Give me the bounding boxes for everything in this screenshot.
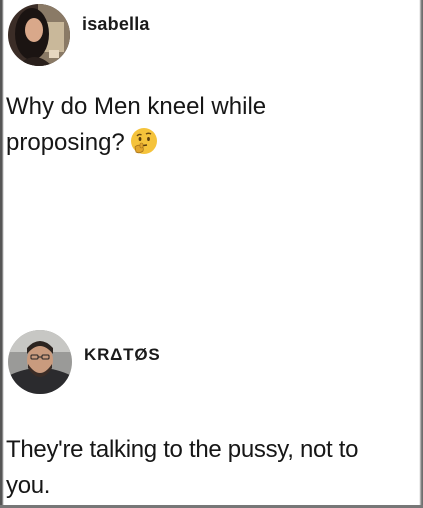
post-text: Why do Men kneel while proposing? [6,89,406,161]
screenshot-frame: isabella Why do Men kneel while proposin… [0,0,423,508]
post-username[interactable]: isabella [82,14,150,35]
post-isabella: isabella Why do Men kneel while proposin… [0,0,423,300]
post-username[interactable]: KRΔTØS [84,345,161,365]
post-text: They're talking to the pussy, not to you… [6,432,422,504]
avatar-kratos[interactable] [8,330,72,394]
post-text-line-2: you. [6,472,51,499]
thinking-face-icon [129,126,159,156]
post-text-line-1: They're talking to the pussy, not to [6,436,359,463]
avatar-isabella[interactable] [8,4,70,66]
post-text-line-2: proposing? [6,129,125,156]
post-text-line-1: Why do Men kneel while [6,93,267,120]
post-kratos: KRΔTØS They're talking to the pussy, not… [0,322,423,508]
